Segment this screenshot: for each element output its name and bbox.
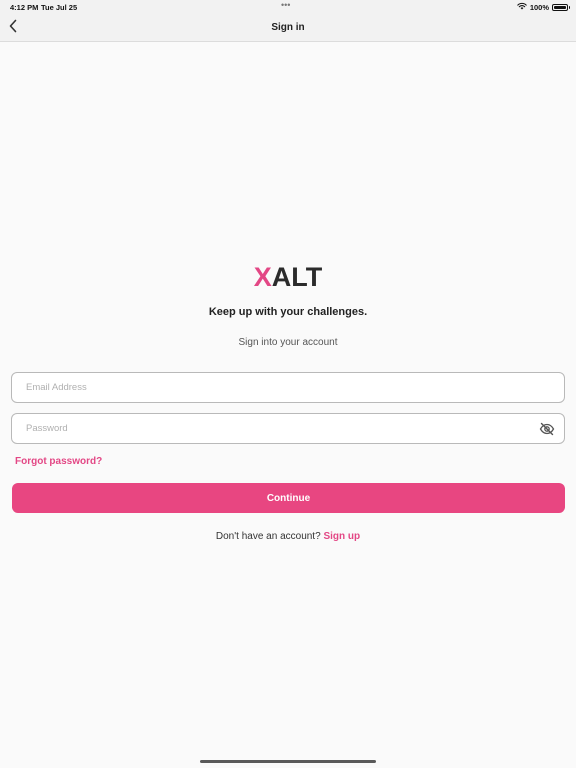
logo-rest: ALT	[271, 262, 323, 292]
page-title: Sign in	[271, 22, 305, 33]
email-input[interactable]	[26, 373, 526, 402]
multitasking-dots[interactable]: •••	[281, 0, 290, 10]
signup-prompt-row: Don't have an account? Sign up	[0, 531, 576, 542]
eye-off-icon[interactable]	[539, 421, 555, 437]
password-field[interactable]	[11, 413, 565, 444]
password-input[interactable]	[26, 414, 526, 443]
status-time: 4:12 PM	[10, 3, 39, 12]
signup-prompt: Don't have an account?	[215, 531, 321, 542]
sign-in-screen: 4:12 PM Tue Jul 25 ••• 100% Sign in XALT…	[0, 0, 576, 768]
logo-accent-letter: X	[253, 262, 272, 292]
continue-button[interactable]: Continue	[12, 483, 565, 513]
status-right: 100%	[517, 2, 570, 12]
tagline: Keep up with your challenges.	[208, 306, 368, 318]
home-indicator[interactable]	[200, 760, 376, 763]
navigation-bar: Sign in	[0, 14, 576, 42]
status-date: Tue Jul 25	[41, 3, 78, 12]
wifi-icon	[517, 2, 527, 12]
subtitle: Sign into your account	[238, 337, 338, 348]
sign-up-link[interactable]: Sign up	[323, 531, 360, 542]
battery-icon	[552, 3, 570, 11]
battery-percentage: 100%	[529, 2, 549, 12]
email-field[interactable]	[11, 372, 565, 403]
status-bar: 4:12 PM Tue Jul 25 ••• 100%	[0, 0, 576, 14]
forgot-password-link[interactable]: Forgot password?	[15, 456, 102, 467]
xalt-logo: XALT	[0, 262, 576, 293]
